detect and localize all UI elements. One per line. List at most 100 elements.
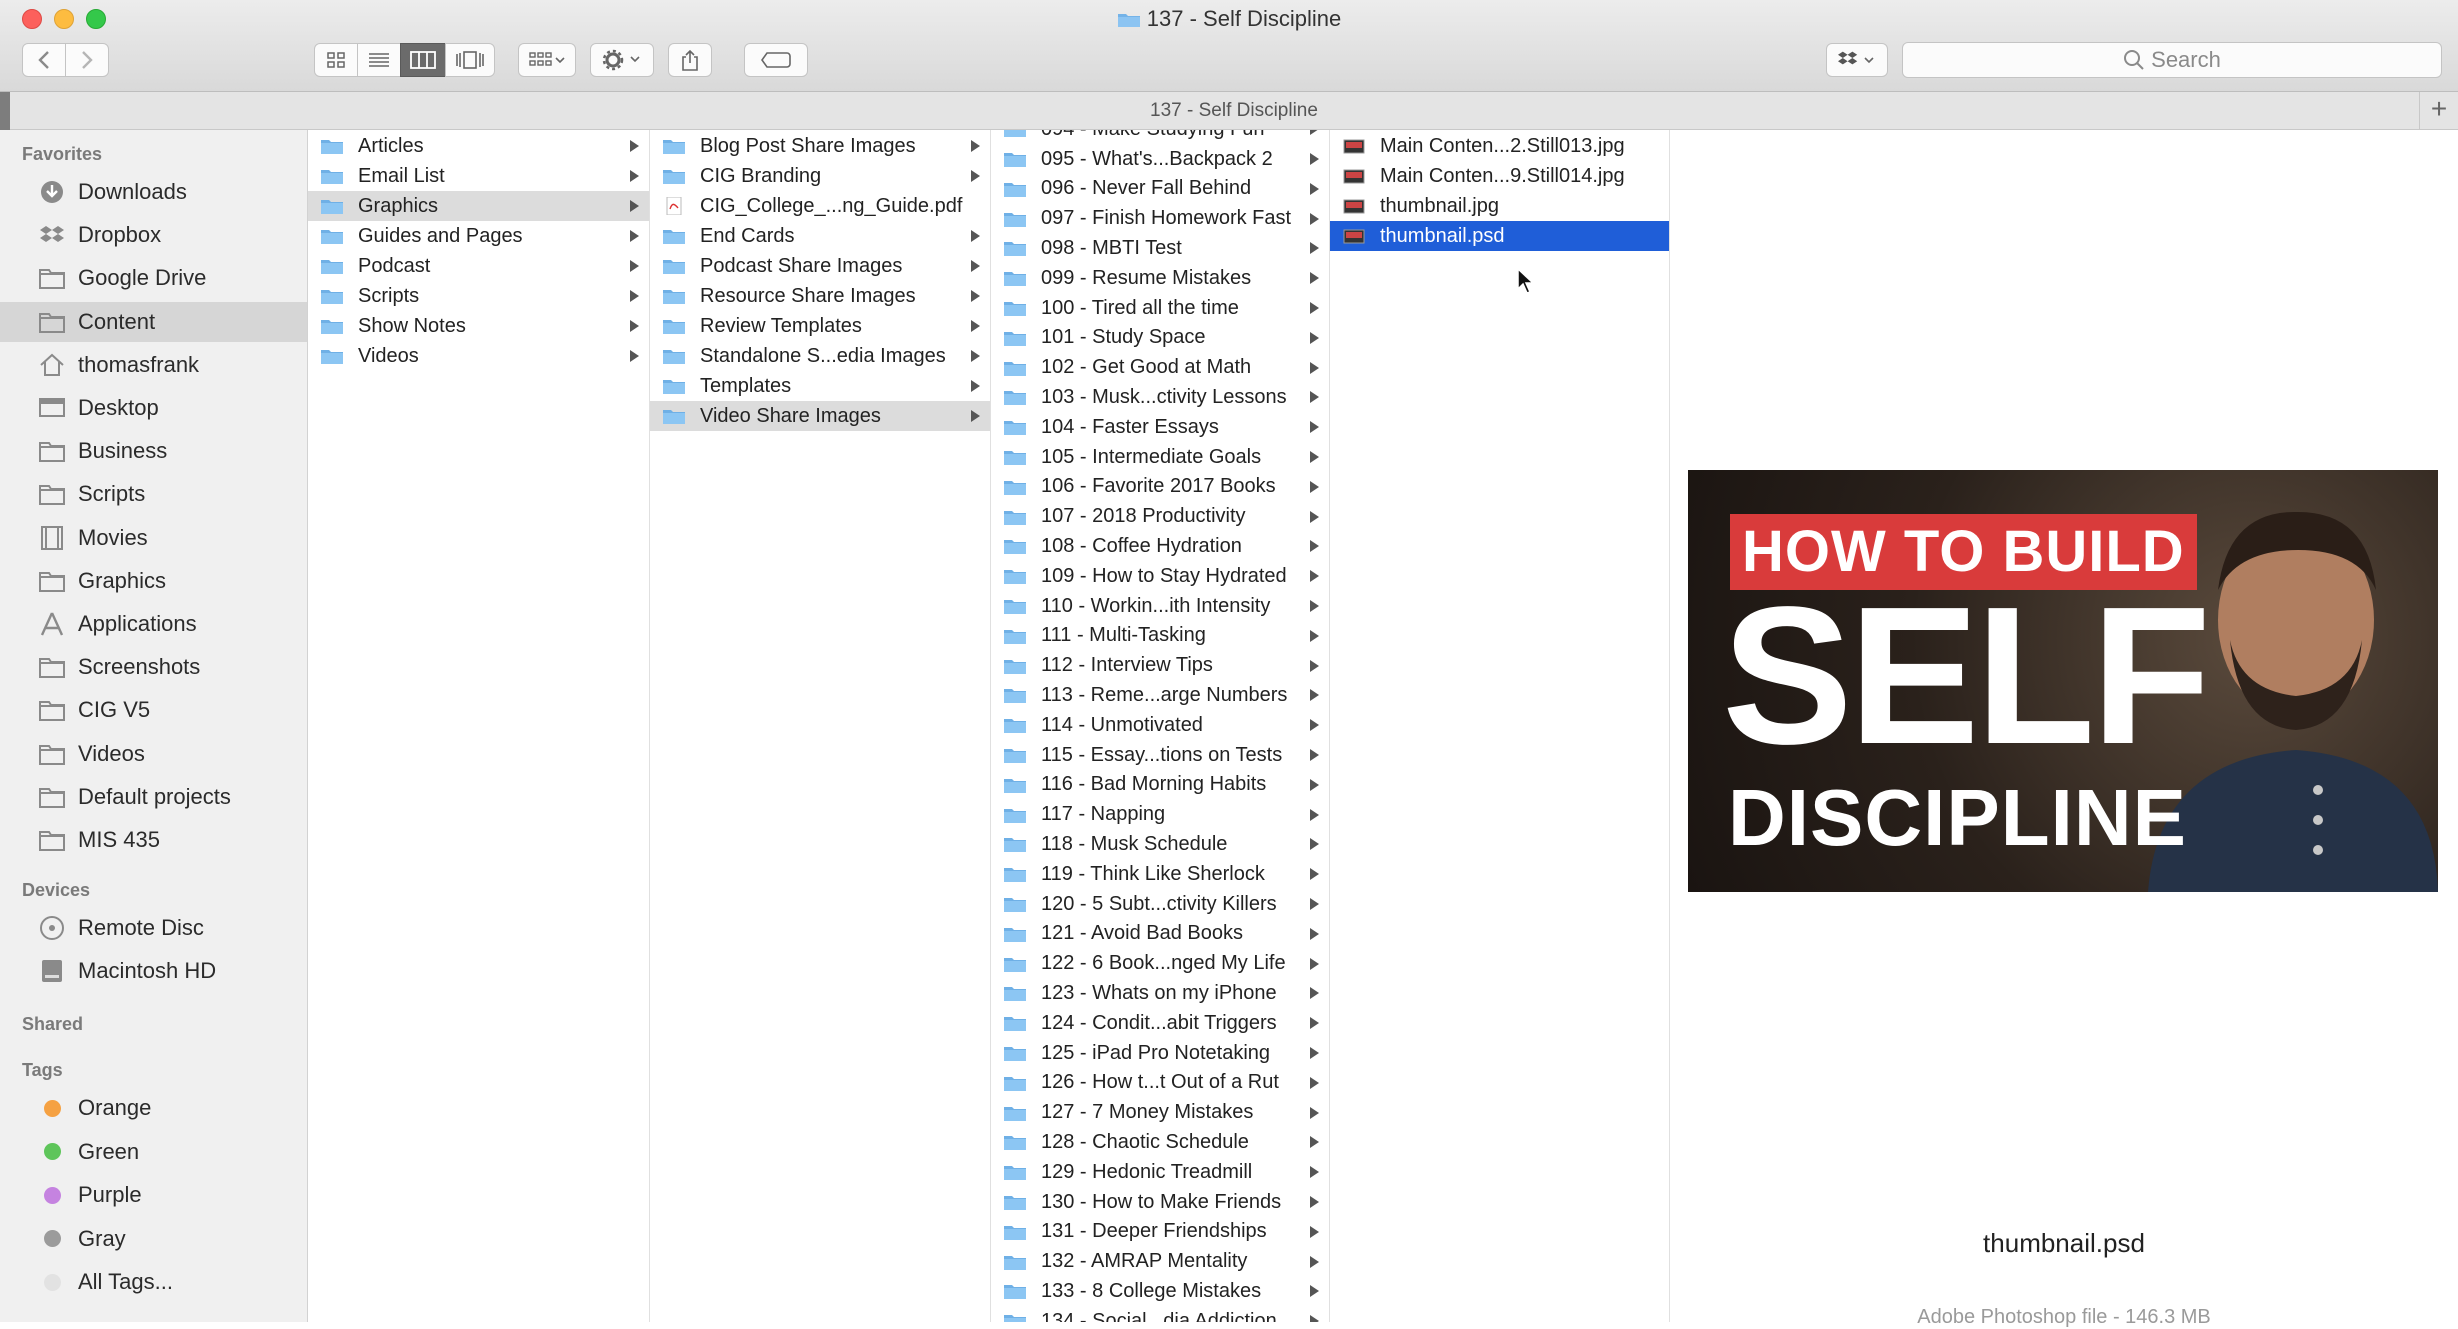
column-row[interactable]: 129 - Hedonic Treadmill (991, 1157, 1329, 1187)
tab-title[interactable]: 137 - Self Discipline (1150, 100, 1318, 121)
column-row[interactable]: 110 - Workin...ith Intensity (991, 591, 1329, 621)
column-row[interactable]: CIG Branding (650, 161, 990, 191)
column-row[interactable]: Blog Post Share Images (650, 131, 990, 161)
forward-button[interactable] (65, 43, 109, 77)
column-row[interactable]: 100 - Tired all the time (991, 293, 1329, 323)
column-row[interactable]: 106 - Favorite 2017 Books (991, 472, 1329, 502)
sidebar-item-downloads[interactable]: Downloads (0, 172, 307, 212)
dropbox-menu-button[interactable] (1826, 43, 1888, 77)
column-row[interactable]: 134 - Social...dia Addiction (991, 1306, 1329, 1322)
column-row[interactable]: 127 - 7 Money Mistakes (991, 1098, 1329, 1128)
column-row[interactable]: 111 - Multi-Tasking (991, 621, 1329, 651)
column-row[interactable]: 096 - Never Fall Behind (991, 174, 1329, 204)
back-button[interactable] (22, 43, 66, 77)
sidebar-device-remote-disc[interactable]: Remote Disc (0, 908, 307, 948)
search-field[interactable]: Search (1902, 42, 2442, 78)
sidebar-item-mis-435[interactable]: MIS 435 (0, 820, 307, 860)
new-tab-button[interactable]: + (2419, 92, 2458, 129)
column-row[interactable]: 114 - Unmotivated (991, 710, 1329, 740)
edit-tags-button[interactable] (744, 43, 808, 77)
column-row[interactable]: 128 - Chaotic Schedule (991, 1127, 1329, 1157)
sidebar-tag-orange[interactable]: Orange (0, 1088, 307, 1128)
column-row[interactable]: Email List (308, 161, 649, 191)
column-row[interactable]: 115 - Essay...tions on Tests (991, 740, 1329, 770)
column-row[interactable]: 094 - Make Studying Fun (991, 130, 1329, 144)
column-row[interactable]: 105 - Intermediate Goals (991, 442, 1329, 472)
column-row[interactable]: 107 - 2018 Productivity (991, 502, 1329, 532)
list-view-button[interactable] (357, 43, 401, 77)
sidebar-item-default-projects[interactable]: Default projects (0, 777, 307, 817)
column-row[interactable]: Graphics (308, 191, 649, 221)
column-row[interactable]: Podcast (308, 251, 649, 281)
column-row[interactable]: 119 - Think Like Sherlock (991, 859, 1329, 889)
sidebar-item-desktop[interactable]: Desktop (0, 388, 307, 428)
column-row[interactable]: 095 - What's...Backpack 2 (991, 144, 1329, 174)
sidebar-item-content[interactable]: Content (0, 301, 307, 342)
column-row[interactable]: 123 - Whats on my iPhone (991, 978, 1329, 1008)
arrange-button[interactable] (518, 43, 576, 77)
icon-view-button[interactable] (314, 43, 358, 77)
column-row[interactable]: 104 - Faster Essays (991, 412, 1329, 442)
column-row[interactable]: 099 - Resume Mistakes (991, 263, 1329, 293)
column-row[interactable]: 120 - 5 Subt...ctivity Killers (991, 889, 1329, 919)
sidebar-device-macintosh-hd[interactable]: Macintosh HD (0, 951, 307, 991)
action-button[interactable] (590, 43, 654, 77)
column-row[interactable]: Articles (308, 131, 649, 161)
column-row[interactable]: 113 - Reme...arge Numbers (991, 680, 1329, 710)
column-row[interactable]: 101 - Study Space (991, 323, 1329, 353)
column-row[interactable]: Guides and Pages (308, 221, 649, 251)
column-row[interactable]: CIG_College_...ng_Guide.pdf (650, 191, 990, 221)
column-row[interactable]: 116 - Bad Morning Habits (991, 770, 1329, 800)
sidebar-item-movies[interactable]: Movies (0, 518, 307, 558)
column-row[interactable]: Podcast Share Images (650, 251, 990, 281)
column-row[interactable]: 125 - iPad Pro Notetaking (991, 1038, 1329, 1068)
column-row[interactable]: Scripts (308, 281, 649, 311)
column-row[interactable]: Videos (308, 341, 649, 371)
column-row[interactable]: 124 - Condit...abit Triggers (991, 1008, 1329, 1038)
sidebar-item-cig-v5[interactable]: CIG V5 (0, 690, 307, 730)
sidebar-item-scripts[interactable]: Scripts (0, 474, 307, 514)
column-row[interactable]: 130 - How to Make Friends (991, 1187, 1329, 1217)
cover-flow-view-button[interactable] (445, 43, 495, 77)
column-row[interactable]: Main Conten...9.Still014.jpg (1330, 161, 1669, 191)
sidebar-tag-purple[interactable]: Purple (0, 1175, 307, 1215)
column-row[interactable]: 126 - How t...t Out of a Rut (991, 1068, 1329, 1098)
column-row[interactable]: 112 - Interview Tips (991, 651, 1329, 681)
sidebar-item-videos[interactable]: Videos (0, 734, 307, 774)
column-row[interactable]: 102 - Get Good at Math (991, 353, 1329, 383)
column-row[interactable]: 122 - 6 Book...nged My Life (991, 949, 1329, 979)
sidebar-item-google-drive[interactable]: Google Drive (0, 258, 307, 298)
column-row[interactable]: 133 - 8 College Mistakes (991, 1276, 1329, 1306)
column-row[interactable]: Main Conten...2.Still013.jpg (1330, 131, 1669, 161)
column-row[interactable]: 118 - Musk Schedule (991, 829, 1329, 859)
column-row[interactable]: 117 - Napping (991, 800, 1329, 830)
column-row[interactable]: Video Share Images (650, 401, 990, 431)
column-row[interactable]: 131 - Deeper Friendships (991, 1217, 1329, 1247)
sidebar-item-thomasfrank[interactable]: thomasfrank (0, 345, 307, 385)
sidebar-item-graphics[interactable]: Graphics (0, 561, 307, 601)
column-view-button[interactable] (400, 43, 446, 77)
column-row[interactable]: 108 - Coffee Hydration (991, 531, 1329, 561)
column-row[interactable]: 097 - Finish Homework Fast (991, 204, 1329, 234)
sidebar-tag-all-tags-[interactable]: All Tags... (0, 1262, 307, 1302)
column-row[interactable]: End Cards (650, 221, 990, 251)
column-row[interactable]: Resource Share Images (650, 281, 990, 311)
column-row[interactable]: thumbnail.jpg (1330, 191, 1669, 221)
sidebar-item-business[interactable]: Business (0, 431, 307, 471)
column-row[interactable]: 109 - How to Stay Hydrated (991, 561, 1329, 591)
sidebar-item-screenshots[interactable]: Screenshots (0, 647, 307, 687)
share-button[interactable] (668, 43, 712, 77)
column-row[interactable]: 098 - MBTI Test (991, 233, 1329, 263)
column-row[interactable]: Review Templates (650, 311, 990, 341)
column-row[interactable]: Show Notes (308, 311, 649, 341)
column-row[interactable]: 132 - AMRAP Mentality (991, 1247, 1329, 1277)
column-row[interactable]: Standalone S...edia Images (650, 341, 990, 371)
column-row[interactable]: 103 - Musk...ctivity Lessons (991, 382, 1329, 412)
column-row[interactable]: thumbnail.psd (1330, 221, 1669, 251)
sidebar-tag-green[interactable]: Green (0, 1132, 307, 1172)
column-row[interactable]: 121 - Avoid Bad Books (991, 919, 1329, 949)
sidebar-item-dropbox[interactable]: Dropbox (0, 215, 307, 255)
column-row[interactable]: Templates (650, 371, 990, 401)
sidebar-item-applications[interactable]: Applications (0, 604, 307, 644)
sidebar-tag-gray[interactable]: Gray (0, 1219, 307, 1259)
